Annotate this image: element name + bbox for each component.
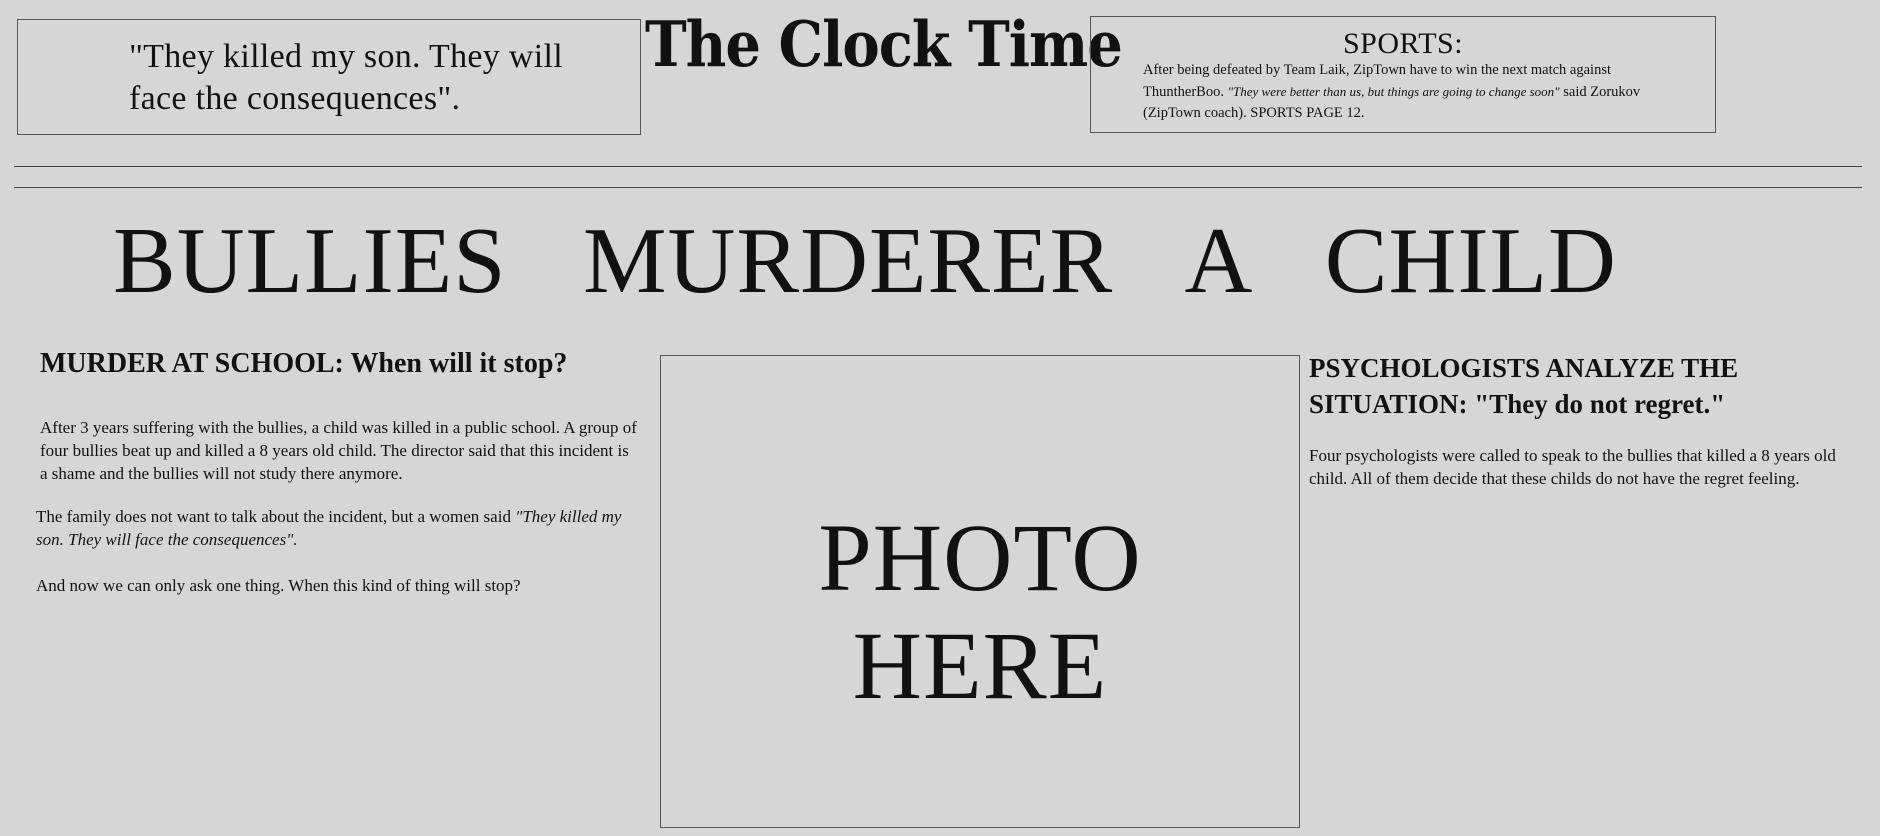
photo-placeholder-text: PHOTO HERE <box>661 504 1299 720</box>
pull-quote-box: "They killed my son. They will face the … <box>17 19 641 135</box>
sports-body-quote: "They were better than us, but things ar… <box>1227 84 1560 99</box>
sports-body: After being defeated by Team Laik, ZipTo… <box>1143 60 1693 124</box>
right-article-title: PSYCHOLOGISTS ANALYZE THE SITUATION: "Th… <box>1309 353 1739 419</box>
sports-title: SPORTS: <box>1342 27 1464 60</box>
photo-placeholder: PHOTO HERE <box>660 355 1300 828</box>
sports-box: SPORTS: After being defeated by Team Lai… <box>1090 16 1716 133</box>
left-article-paragraph: After 3 years suffering with the bullies… <box>40 418 637 483</box>
left-article-closing: And now we can only ask one thing. When … <box>36 576 521 595</box>
header-rule-top <box>14 166 1862 167</box>
right-article: PSYCHOLOGISTS ANALYZE THE SITUATION: "Th… <box>1309 350 1869 490</box>
left-article-title: MURDER AT SCHOOL: When will it stop? <box>40 348 568 379</box>
masthead-title: The Clock Time <box>645 7 1123 82</box>
left-article-paragraph-text: The family does not want to talk about t… <box>36 507 516 526</box>
main-headline: BULLIES MURDERER A CHILD <box>113 209 1617 313</box>
photo-placeholder-line1: PHOTO <box>818 504 1142 611</box>
header-rule-bottom <box>14 187 1862 188</box>
left-article: MURDER AT SCHOOL: When will it stop? Aft… <box>36 344 646 597</box>
pull-quote-text: "They killed my son. They will face the … <box>129 38 563 117</box>
photo-placeholder-line2: HERE <box>852 612 1108 719</box>
right-article-paragraph: Four psychologists were called to speak … <box>1309 446 1836 488</box>
left-article-paragraph-quote: The family does not want to talk about t… <box>36 505 636 551</box>
